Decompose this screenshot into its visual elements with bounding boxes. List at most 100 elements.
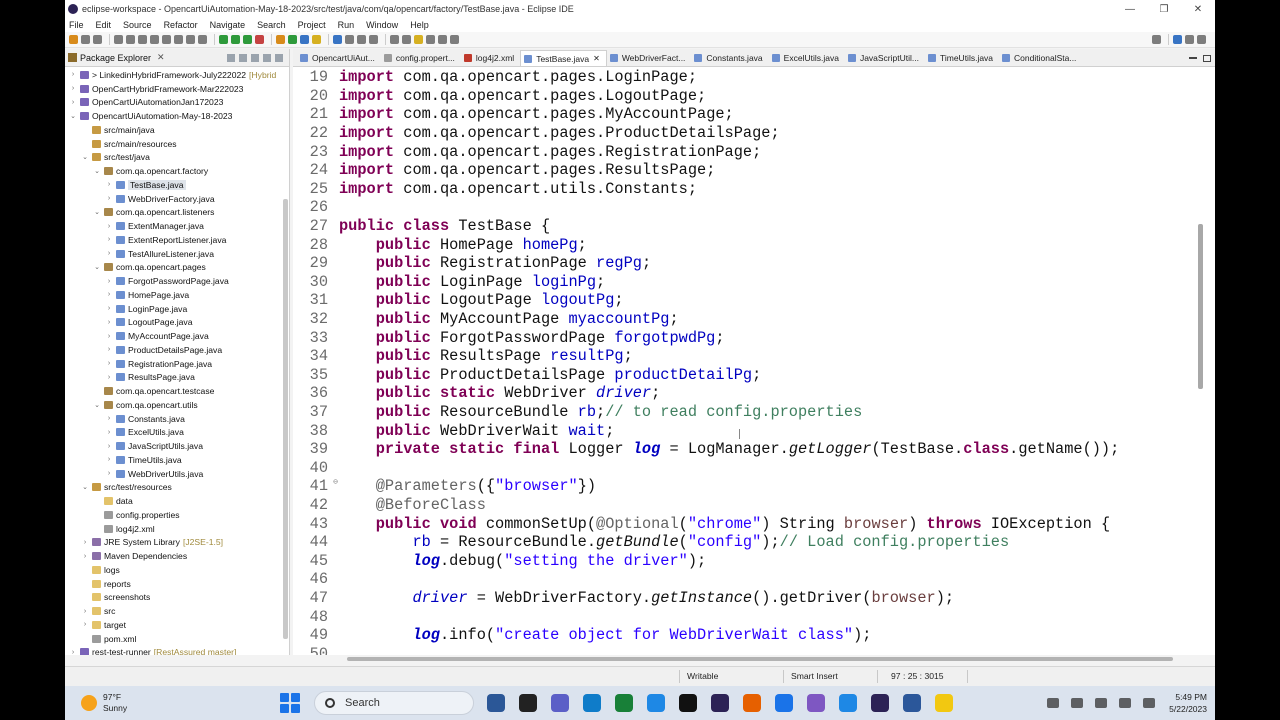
chevron-down-icon[interactable]: ⌄ — [93, 167, 101, 175]
taskbar-app-icon[interactable] — [935, 694, 953, 712]
taskbar-app-icon[interactable] — [551, 694, 569, 712]
save-icon[interactable] — [81, 35, 90, 44]
taskbar-app-icon[interactable] — [903, 694, 921, 712]
taskbar-app-icon[interactable] — [519, 694, 537, 712]
taskbar-app-icon[interactable] — [647, 694, 665, 712]
taskbar-app-icon[interactable] — [839, 694, 857, 712]
tree-item[interactable]: › Maven Dependencies — [65, 549, 289, 563]
taskbar-app-icon[interactable] — [679, 694, 697, 712]
code-line[interactable]: 33 public ForgotPasswordPage forgotpwdPg… — [293, 328, 1193, 347]
new-java-project-icon[interactable] — [276, 35, 285, 44]
tree-item[interactable]: src/main/resources — [65, 137, 289, 151]
chevron-right-icon[interactable]: › — [105, 429, 113, 436]
chevron-up-icon[interactable] — [1047, 698, 1060, 708]
chevron-right-icon[interactable]: › — [105, 195, 113, 202]
new-icon[interactable] — [69, 35, 78, 44]
code-line[interactable]: 38 public WebDriverWait wait; — [293, 421, 1193, 440]
minimize-view-icon[interactable] — [263, 53, 271, 62]
chevron-right-icon[interactable]: › — [105, 360, 113, 367]
tree-item[interactable]: › target — [65, 618, 289, 632]
package-explorer-tab[interactable]: Package Explorer ✕ — [65, 49, 289, 67]
tree-item[interactable]: › ExtentManager.java — [65, 219, 289, 233]
coverage-icon[interactable] — [243, 35, 252, 44]
editor-tab[interactable]: Constants.java — [691, 50, 768, 66]
code-line[interactable]: 46 — [293, 570, 1193, 589]
new-class-icon[interactable] — [300, 35, 309, 44]
code-line[interactable]: 42 @BeforeClass — [293, 496, 1193, 515]
tree-item[interactable]: › ResultsPage.java — [65, 371, 289, 385]
chevron-right-icon[interactable]: › — [69, 649, 77, 655]
link-editor-icon[interactable] — [239, 53, 247, 62]
whitespace-icon[interactable] — [369, 35, 378, 44]
code-line[interactable]: 25 import com.qa.opencart.utils.Constants… — [293, 180, 1193, 199]
fold-toggle-icon[interactable]: ⊖ — [333, 477, 338, 487]
previous-annotation-icon[interactable] — [402, 35, 411, 44]
tree-item[interactable]: › TimeUtils.java — [65, 453, 289, 467]
chevron-right-icon[interactable]: › — [69, 99, 77, 106]
open-type-icon[interactable] — [312, 35, 321, 44]
collapse-all-icon[interactable] — [227, 53, 235, 62]
tree-item[interactable]: › OpenCartUiAutomationJan172023 — [65, 96, 289, 110]
chevron-right-icon[interactable]: › — [81, 539, 89, 546]
menu-project[interactable]: Project — [298, 20, 326, 30]
chevron-right-icon[interactable]: › — [105, 250, 113, 257]
chevron-down-icon[interactable]: ⌄ — [69, 112, 77, 120]
debug-perspective-icon[interactable] — [1185, 35, 1194, 44]
tree-item[interactable]: › OpenCartHybridFramework-Mar222023 — [65, 82, 289, 96]
tree-item[interactable]: › LoginPage.java — [65, 302, 289, 316]
run-icon[interactable] — [231, 35, 240, 44]
chevron-right-icon[interactable]: › — [105, 470, 113, 477]
code-line[interactable]: 28 public HomePage homePg; — [293, 235, 1193, 254]
editor-tab[interactable]: TimeUtils.java — [925, 50, 999, 66]
editor-tab[interactable]: WebDriverFact... — [607, 50, 692, 66]
tree-item[interactable]: › ExtentReportListener.java — [65, 233, 289, 247]
tree-item[interactable]: ⌄ OpencartUiAutomation-May-18-2023 — [65, 109, 289, 123]
code-line[interactable]: 40 — [293, 458, 1193, 477]
chevron-down-icon[interactable]: ⌄ — [93, 208, 101, 216]
code-line[interactable]: 34 public ResultsPage resultPg; — [293, 347, 1193, 366]
onedrive-icon[interactable] — [1071, 698, 1084, 708]
terminate-icon[interactable] — [162, 35, 171, 44]
tree-item[interactable]: config.properties — [65, 508, 289, 522]
code-line[interactable]: 26 — [293, 198, 1193, 217]
tree-item[interactable]: ⌄ com.qa.opencart.utils — [65, 398, 289, 412]
tree-item[interactable]: com.qa.opencart.testcase — [65, 384, 289, 398]
tree-item[interactable]: › rest-test-runner [RestAssured master] — [65, 646, 289, 655]
chevron-right-icon[interactable]: › — [69, 85, 77, 92]
search-toolbar-icon[interactable] — [333, 35, 342, 44]
maximize-button[interactable]: ❐ — [1147, 4, 1181, 15]
tree-item[interactable]: › JRE System Library [J2SE-1.5] — [65, 536, 289, 550]
code-line[interactable]: 21 import com.qa.opencart.pages.MyAccount… — [293, 105, 1193, 124]
tree-item[interactable]: › ProductDetailsPage.java — [65, 343, 289, 357]
tree-item[interactable]: › MyAccountPage.java — [65, 329, 289, 343]
code-line[interactable]: 47 driver = WebDriverFactory.getInstance… — [293, 589, 1193, 608]
tree-item[interactable]: ⌄ com.qa.opencart.factory — [65, 164, 289, 178]
view-menu-icon[interactable] — [251, 53, 259, 62]
save-all-icon[interactable] — [93, 35, 102, 44]
chevron-right-icon[interactable]: › — [69, 71, 77, 78]
weather-widget[interactable]: 97°F Sunny — [65, 692, 185, 714]
chevron-right-icon[interactable]: › — [81, 621, 89, 628]
taskbar-app-icon[interactable] — [775, 694, 793, 712]
external-tools-icon[interactable] — [255, 35, 264, 44]
close-tab-icon[interactable]: ✕ — [593, 54, 600, 63]
tree-item[interactable]: data — [65, 494, 289, 508]
editor-tab[interactable]: TestBase.java ✕ — [520, 50, 607, 66]
tree-item[interactable]: › ForgotPasswordPage.java — [65, 274, 289, 288]
chevron-down-icon[interactable]: ⌄ — [81, 483, 89, 491]
tree-item[interactable]: › LogoutPage.java — [65, 316, 289, 330]
chevron-right-icon[interactable]: › — [105, 305, 113, 312]
code-line[interactable]: 32 public MyAccountPage myaccountPg; — [293, 310, 1193, 329]
menu-run[interactable]: Run — [338, 20, 355, 30]
tree-item[interactable]: › Constants.java — [65, 412, 289, 426]
debug-icon[interactable] — [219, 35, 228, 44]
editor-vertical-scrollbar[interactable] — [1198, 224, 1203, 389]
chevron-right-icon[interactable]: › — [105, 223, 113, 230]
code-line[interactable]: 49 log.info("create object for WebDriver… — [293, 626, 1193, 645]
chevron-down-icon[interactable]: ⌄ — [93, 263, 101, 271]
editor-tab[interactable]: config.propert... — [381, 50, 461, 66]
tree-item[interactable]: › RegistrationPage.java — [65, 357, 289, 371]
taskbar-app-icon[interactable] — [487, 694, 505, 712]
search-icon[interactable] — [1152, 35, 1161, 44]
menu-edit[interactable]: Edit — [96, 20, 112, 30]
